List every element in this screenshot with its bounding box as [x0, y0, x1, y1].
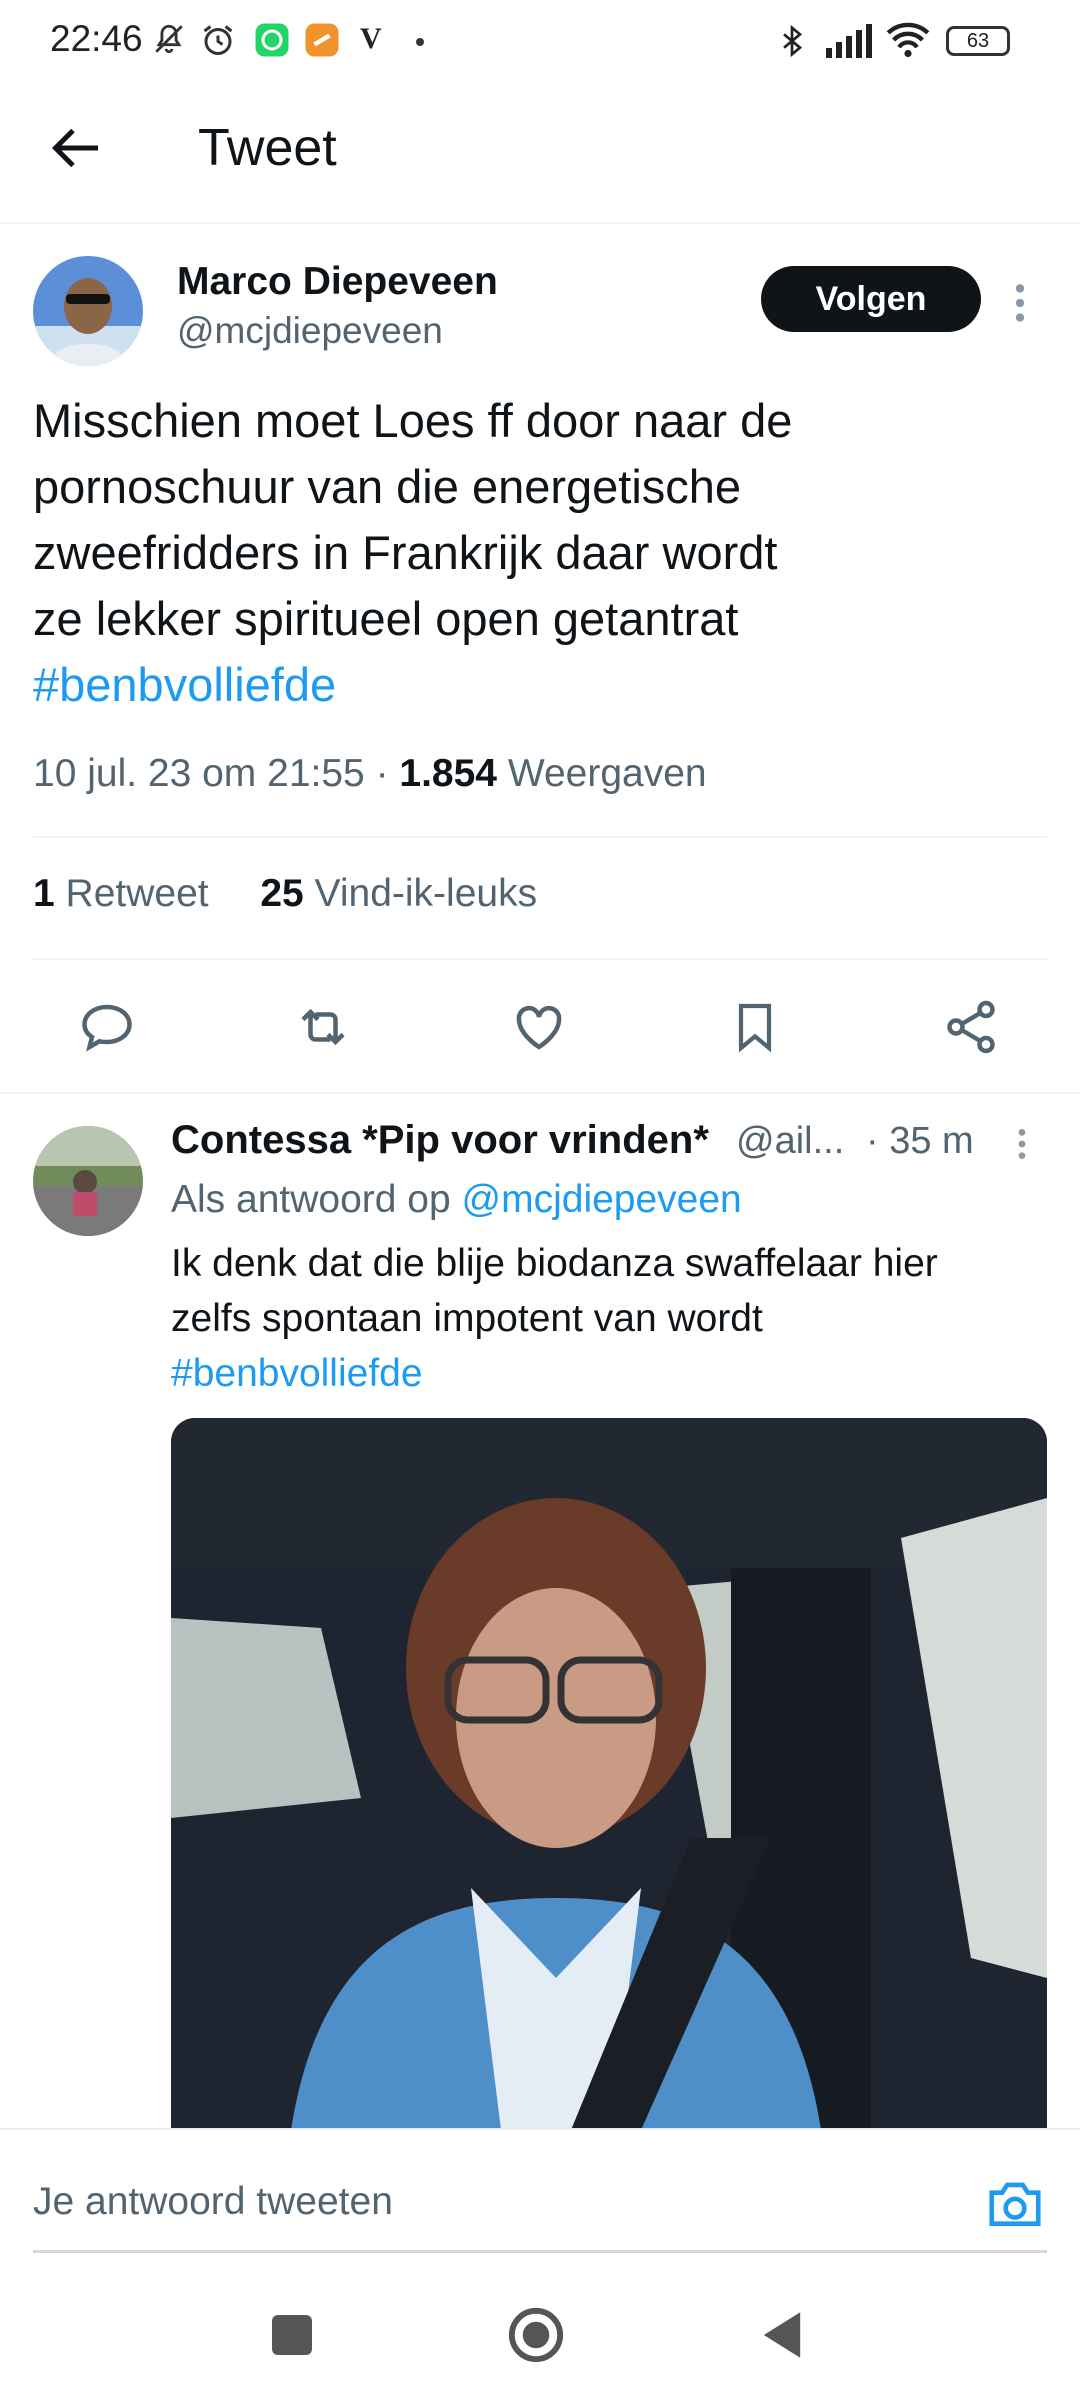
tweet-text: Misschien moet Loes ff door naar de porn…: [33, 388, 1033, 718]
reply-author-name[interactable]: Contessa *Pip voor vrinden*: [171, 1118, 709, 1163]
header-divider: [0, 222, 1080, 224]
stats-divider: [33, 958, 1047, 960]
heart-icon: [516, 1006, 562, 1050]
back-button[interactable]: [48, 118, 108, 178]
compose-underline: [33, 2250, 1047, 2253]
more-notifications-dot: [416, 38, 424, 46]
arrow-left-icon: [51, 128, 98, 168]
compose-divider: [0, 2128, 1080, 2130]
meta-divider: [33, 836, 1047, 838]
page-title: Tweet: [198, 119, 337, 177]
tweet-date[interactable]: 10 jul. 23 om 21:55: [33, 752, 365, 795]
tweet-text-line: ze lekker spiritueel open getantrat: [33, 592, 739, 645]
tweet-text-line: Misschien moet Loes ff door naar de: [33, 394, 793, 447]
more-vertical-icon: [1018, 1129, 1026, 1159]
reply-button[interactable]: [72, 992, 142, 1062]
battery-level: 63: [966, 29, 990, 52]
status-time: 22:46: [50, 18, 143, 59]
recents-icon: [272, 2315, 312, 2355]
whatsapp-icon: [254, 22, 290, 58]
share-button[interactable]: [936, 992, 1006, 1062]
like-label: Vind-ik-leuks: [314, 872, 538, 915]
retweet-button[interactable]: [288, 992, 358, 1062]
follow-button[interactable]: Volgen: [761, 266, 981, 332]
alarm-icon: [200, 22, 236, 58]
author-handle[interactable]: @mcjdiepeveen: [177, 310, 443, 352]
reply-to-handle-link[interactable]: @mcjdiepeveen: [462, 1178, 742, 1221]
views-label: Weergaven: [507, 752, 707, 795]
retweet-icon: [301, 1008, 345, 1046]
reply-author-handle[interactable]: @ail...: [736, 1120, 844, 1163]
camera-icon: [989, 2182, 1041, 2226]
likes-stat[interactable]: 25 Vind-ik-leuks: [260, 872, 537, 915]
reply-hashtag-link[interactable]: #benbvolliefde: [171, 1346, 1031, 1401]
reply-more-options-button[interactable]: [1014, 1124, 1030, 1164]
tweet-stats: 1 Retweet 25 Vind-ik-leuks: [33, 872, 537, 916]
reply-to-prefix: Als antwoord op: [171, 1178, 462, 1221]
battery-icon: 63: [946, 26, 1010, 56]
reply-timestamp: · 35 m: [866, 1120, 974, 1162]
camera-button[interactable]: [984, 2172, 1046, 2234]
share-icon: [947, 1000, 995, 1054]
home-button[interactable]: [506, 2305, 566, 2365]
mute-notifications-icon: [152, 22, 186, 56]
home-circle-icon: [508, 2307, 564, 2363]
like-count: 25: [260, 872, 304, 915]
retweet-label: Retweet: [65, 872, 209, 915]
bluetooth-icon: [776, 22, 808, 60]
signal-icon: [824, 22, 876, 58]
reply-to-line: Als antwoord op @mcjdiepeveen: [171, 1178, 742, 1222]
system-back-button[interactable]: [752, 2305, 812, 2365]
reply-text-line: Ik denk dat die blije biodanza swaffelaa…: [171, 1242, 938, 1285]
bookmark-icon: [738, 1003, 772, 1053]
reply-media-image[interactable]: [171, 1418, 1047, 2130]
meta-separator: ·: [375, 752, 400, 795]
author-avatar[interactable]: [33, 256, 143, 366]
recents-button[interactable]: [262, 2305, 322, 2365]
reply-text-line: zelfs spontaan impotent van wordt: [171, 1297, 763, 1340]
carrier-icon: V: [360, 22, 382, 55]
bookmark-button[interactable]: [720, 992, 790, 1062]
actions-divider: [0, 1092, 1080, 1094]
reply-text: Ik denk dat die blije biodanza swaffelaa…: [171, 1236, 1031, 1401]
tweet-meta: 10 jul. 23 om 21:55 · 1.854 Weergaven: [33, 752, 707, 796]
retweets-stat[interactable]: 1 Retweet: [33, 872, 209, 915]
retweet-count: 1: [33, 872, 55, 915]
app-notification-icon: [304, 22, 340, 58]
author-name[interactable]: Marco Diepeveen: [177, 260, 498, 304]
like-button[interactable]: [504, 992, 574, 1062]
reply-compose-input[interactable]: Je antwoord tweeten: [33, 2180, 393, 2224]
tweet-hashtag-link[interactable]: #benbvolliefde: [33, 652, 1033, 718]
comment-icon: [82, 1004, 132, 1052]
tweet-text-line: pornoschuur van die energetische: [33, 460, 742, 513]
tweet-text-line: zweefridders in Frankrijk daar wordt: [33, 526, 778, 579]
triangle-back-icon: [763, 2312, 801, 2358]
reply-author-avatar[interactable]: [33, 1126, 143, 1236]
wifi-icon: [886, 22, 930, 58]
views-count: 1.854: [399, 752, 498, 795]
more-vertical-icon: [1015, 284, 1025, 322]
more-options-button[interactable]: [1010, 278, 1030, 328]
